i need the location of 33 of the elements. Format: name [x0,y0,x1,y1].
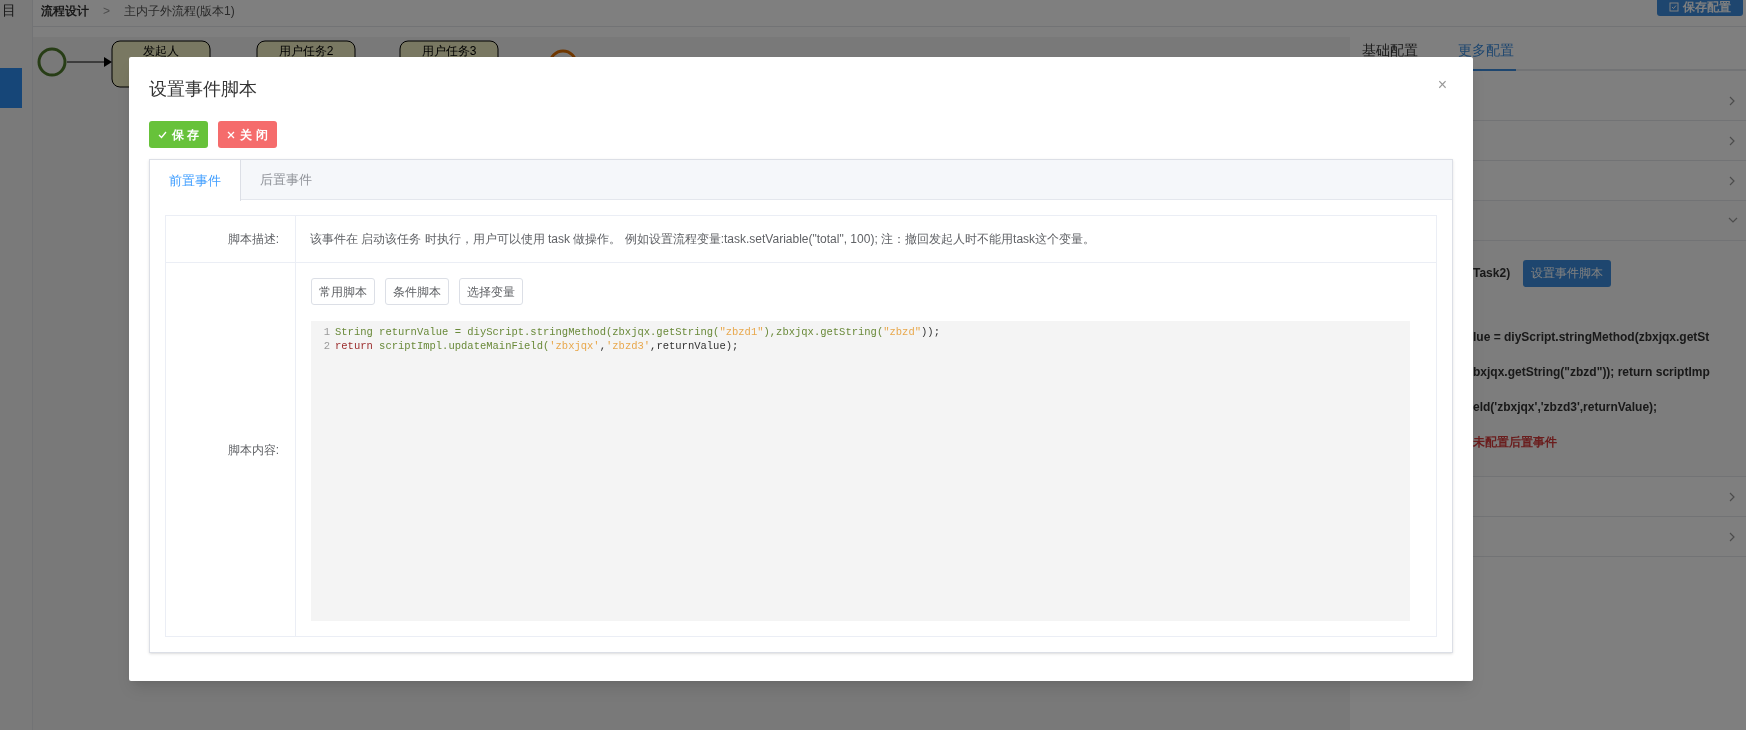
script-text: bxjqx.getString("zbzd")); return scriptImp [1473,364,1711,380]
sidebar-label: 目 [1,1,17,20]
breadcrumb-item[interactable]: 主内子外流程(版本1) [124,2,235,20]
field-label: 脚本内容: [227,441,279,459]
close-button[interactable]: × [1437,73,1453,97]
script-button[interactable]: 选择变量 [459,278,523,305]
line-number: 2 [322,339,331,353]
description-text: 该事件在 启动该任务 时执行，用户可以使用 task 做操作。 例如设置流程变量:task.setVariable("total", 100); 注：撤回发起人时不能用task这个变量。 [310,231,1096,248]
panel-tab[interactable]: 基础配置 [1360,40,1420,69]
close-button[interactable]: 关 闭 [218,121,277,148]
script-button[interactable]: 常用脚本 [311,278,375,305]
check-icon [158,130,167,139]
breadcrumb-separator: > [103,3,110,20]
code-editor[interactable]: 1 String returnValue = diyScript.stringMethod(zbxjqx.getString("zbzd1"),zbxjqx.getString("zbzd")); 2 return scriptImpl.updateMainField('zbxjqx','zbzd3',returnValue); [311,321,1410,621]
dialog-title: 设置事件脚本 [149,77,257,101]
code-line: return scriptImpl.updateMainField('zbxjqx','zbzd3',returnValue); [335,339,739,353]
script-button[interactable]: 条件脚本 [385,278,449,305]
line-number: 1 [322,325,331,339]
script-text: eld('zbxjqx','zbzd3',returnValue); [1473,399,1659,415]
close-icon [227,130,236,139]
document-icon [1669,2,1679,12]
field-label: 脚本描述: [227,231,279,248]
tab[interactable]: 前置事件 [150,160,241,201]
start-event[interactable] [37,47,67,77]
tab[interactable]: 后置事件 [241,160,331,200]
script-text: lue = diyScript.stringMethod(zbxjqx.getSt [1473,329,1711,345]
event-script-button[interactable]: 设置事件脚本 [1523,259,1612,287]
notice-text: 未配置后置事件 [1473,434,1558,450]
breadcrumb-item[interactable]: 流程设计 [41,2,89,20]
save-button[interactable]: 保 存 [149,121,209,148]
task-label: Task2) [1473,265,1511,282]
save-config-button[interactable]: 保存配置 [1657,0,1743,16]
code-line: String returnValue = diyScript.stringMethod(zbxjqx.getString("zbzd1"),zbxjqx.getString("zbzd")); [335,325,940,339]
